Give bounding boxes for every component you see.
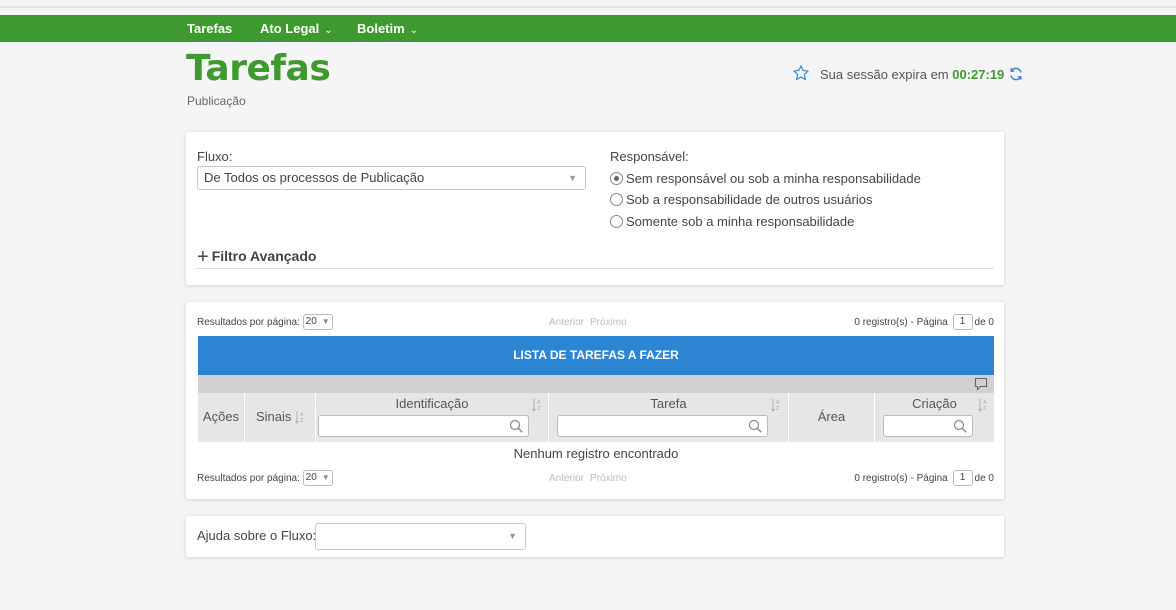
per-page-select[interactable]: 20 ▼ — [302, 314, 333, 331]
col-criacao[interactable]: Criação A Z — [875, 393, 994, 442]
chevron-down-icon: ⌄ — [409, 25, 419, 36]
main-navbar: Tarefas Ato Legal ⌄ Boletim ⌄ — [0, 15, 1176, 42]
per-page-label: Resultados por página: — [197, 473, 300, 484]
tarefa-filter-input[interactable] — [557, 415, 768, 437]
sort-icon[interactable]: AZ — [978, 398, 988, 412]
svg-text:Z: Z — [983, 406, 987, 412]
next-page-link[interactable]: Próximo — [590, 317, 627, 328]
refresh-icon[interactable] — [1008, 66, 1024, 82]
prev-page-link[interactable]: Anterior — [549, 473, 584, 484]
col-tarefa[interactable]: Tarefa A Z — [549, 393, 789, 442]
dropdown-arrow-icon: ▼ — [321, 317, 330, 327]
per-page-label: Resultados por página: — [197, 317, 300, 328]
page-number-input[interactable]: 1 — [952, 470, 973, 487]
dropdown-arrow-icon: ▼ — [321, 473, 330, 483]
page-number-input[interactable]: 1 — [952, 314, 973, 331]
help-label: Ajuda sobre o Fluxo: — [197, 528, 317, 543]
per-page-group: Resultados por página: 20 ▼ — [197, 470, 333, 488]
radio-outros-usuarios[interactable]: Sob a responsabilidade de outros usuário… — [610, 190, 872, 210]
svg-text:Z: Z — [300, 418, 304, 424]
radio-label: Sob a responsabilidade de outros usuário… — [626, 192, 873, 207]
page-subtitle: Publicação — [187, 94, 246, 108]
responsavel-label: Responsável: — [610, 149, 689, 164]
fluxo-label: Fluxo: — [197, 149, 233, 164]
nav-item-tarefas[interactable]: Tarefas — [187, 15, 232, 42]
col-sinais[interactable]: Sinais A Z — [245, 393, 316, 442]
sort-icon[interactable]: AZ — [532, 398, 542, 412]
pager-nav: Anterior Próximo — [549, 470, 633, 488]
pager-nav: Anterior Próximo — [549, 314, 633, 332]
session-time: 00:27:19 — [952, 67, 1005, 82]
nav-item-boletim[interactable]: Boletim ⌄ — [357, 15, 418, 42]
radio-unchecked-icon — [610, 215, 623, 228]
radio-sem-responsavel[interactable]: Sem responsável ou sob a minha responsab… — [610, 169, 921, 189]
next-page-link[interactable]: Próximo — [590, 473, 627, 484]
session-text: Sua sessão expira em — [820, 67, 949, 82]
chevron-down-icon: ⌄ — [324, 25, 333, 36]
radio-checked-icon — [610, 172, 623, 185]
radio-label: Somente sob a minha responsabilidade — [626, 214, 855, 229]
col-area: Área — [789, 393, 875, 442]
search-icon — [748, 419, 762, 433]
prev-page-link[interactable]: Anterior — [549, 317, 584, 328]
sort-icon[interactable]: AZ — [771, 398, 781, 412]
per-page-select[interactable]: 20 ▼ — [302, 470, 333, 487]
per-page-group: Resultados por página: 20 ▼ — [197, 314, 333, 332]
pager-top: Resultados por página: 20 ▼ Anterior Próxi… — [197, 314, 994, 332]
star-icon[interactable] — [792, 64, 810, 82]
advanced-filter-toggle[interactable]: + Filtro Avançado — [197, 246, 316, 269]
page-total-text: de 0 — [974, 317, 994, 328]
per-page-value: 20 — [305, 472, 317, 484]
nav-item-ato-legal[interactable]: Ato Legal ⌄ — [260, 15, 333, 42]
session-info: Sua sessão expira em 00:27:19 — [792, 64, 1024, 86]
search-icon — [953, 419, 967, 433]
plus-icon: + — [197, 246, 209, 268]
page-total-text: de 0 — [974, 473, 994, 484]
svg-text:Z: Z — [537, 406, 541, 412]
divider — [197, 268, 994, 269]
pager-info: 0 registro(s) - Página 1 de 0 — [854, 470, 994, 488]
comment-icon[interactable] — [974, 377, 988, 391]
identificacao-filter-input[interactable] — [318, 415, 529, 437]
col-label: Tarefa — [650, 396, 687, 411]
col-label: Área — [817, 409, 846, 424]
page-title: Tarefas — [186, 48, 331, 89]
per-page-value: 20 — [305, 316, 317, 328]
search-icon — [509, 419, 523, 433]
col-label: Identificação — [395, 396, 469, 411]
radio-unchecked-icon — [610, 193, 623, 206]
sort-icon[interactable]: AZ — [295, 410, 305, 424]
fluxo-select-value: De Todos os processos de Publicação — [204, 170, 425, 185]
list-title: LISTA DE TAREFAS A FAZER — [198, 336, 994, 375]
svg-text:Z: Z — [776, 406, 780, 412]
top-strip — [0, 0, 1176, 15]
col-identificacao[interactable]: Identificação A Z — [316, 393, 549, 442]
table-header: Ações Sinais A Z Identificação A Z Tarefa A Z … — [198, 393, 994, 442]
radio-somente-minha[interactable]: Somente sob a minha responsabilidade — [610, 212, 854, 232]
col-acoes: Ações — [198, 393, 245, 442]
pager-bottom: Resultados por página: 20 ▼ Anterior Próxi… — [197, 470, 994, 488]
list-toolbar — [198, 375, 994, 393]
nav-item-label: Ato Legal — [260, 21, 320, 36]
col-label: Criação — [912, 396, 957, 411]
empty-message: Nenhum registro encontrado — [513, 446, 679, 461]
advanced-filter-label: Filtro Avançado — [211, 248, 317, 264]
col-label: Ações — [202, 409, 240, 424]
pager-info: 0 registro(s) - Página 1 de 0 — [854, 314, 994, 332]
fluxo-select[interactable]: De Todos os processos de Publicação ▼ — [197, 166, 586, 190]
records-text: 0 registro(s) - Página — [854, 473, 948, 484]
help-flow-select[interactable]: ▼ — [315, 523, 526, 550]
task-list-panel: Resultados por página: 20 ▼ Anterior Próxi… — [186, 302, 1004, 499]
records-text: 0 registro(s) - Página — [854, 317, 948, 328]
nav-item-label: Boletim — [357, 21, 405, 36]
radio-label: Sem responsável ou sob a minha responsab… — [626, 171, 921, 186]
criacao-filter-input[interactable] — [883, 415, 973, 437]
dropdown-arrow-icon: ▼ — [568, 173, 577, 183]
help-panel: Ajuda sobre o Fluxo: ▼ — [186, 516, 1004, 557]
nav-item-label: Tarefas — [187, 21, 233, 36]
filter-panel: Fluxo: De Todos os processos de Publicaç… — [186, 132, 1004, 285]
dropdown-arrow-icon: ▼ — [508, 531, 517, 541]
